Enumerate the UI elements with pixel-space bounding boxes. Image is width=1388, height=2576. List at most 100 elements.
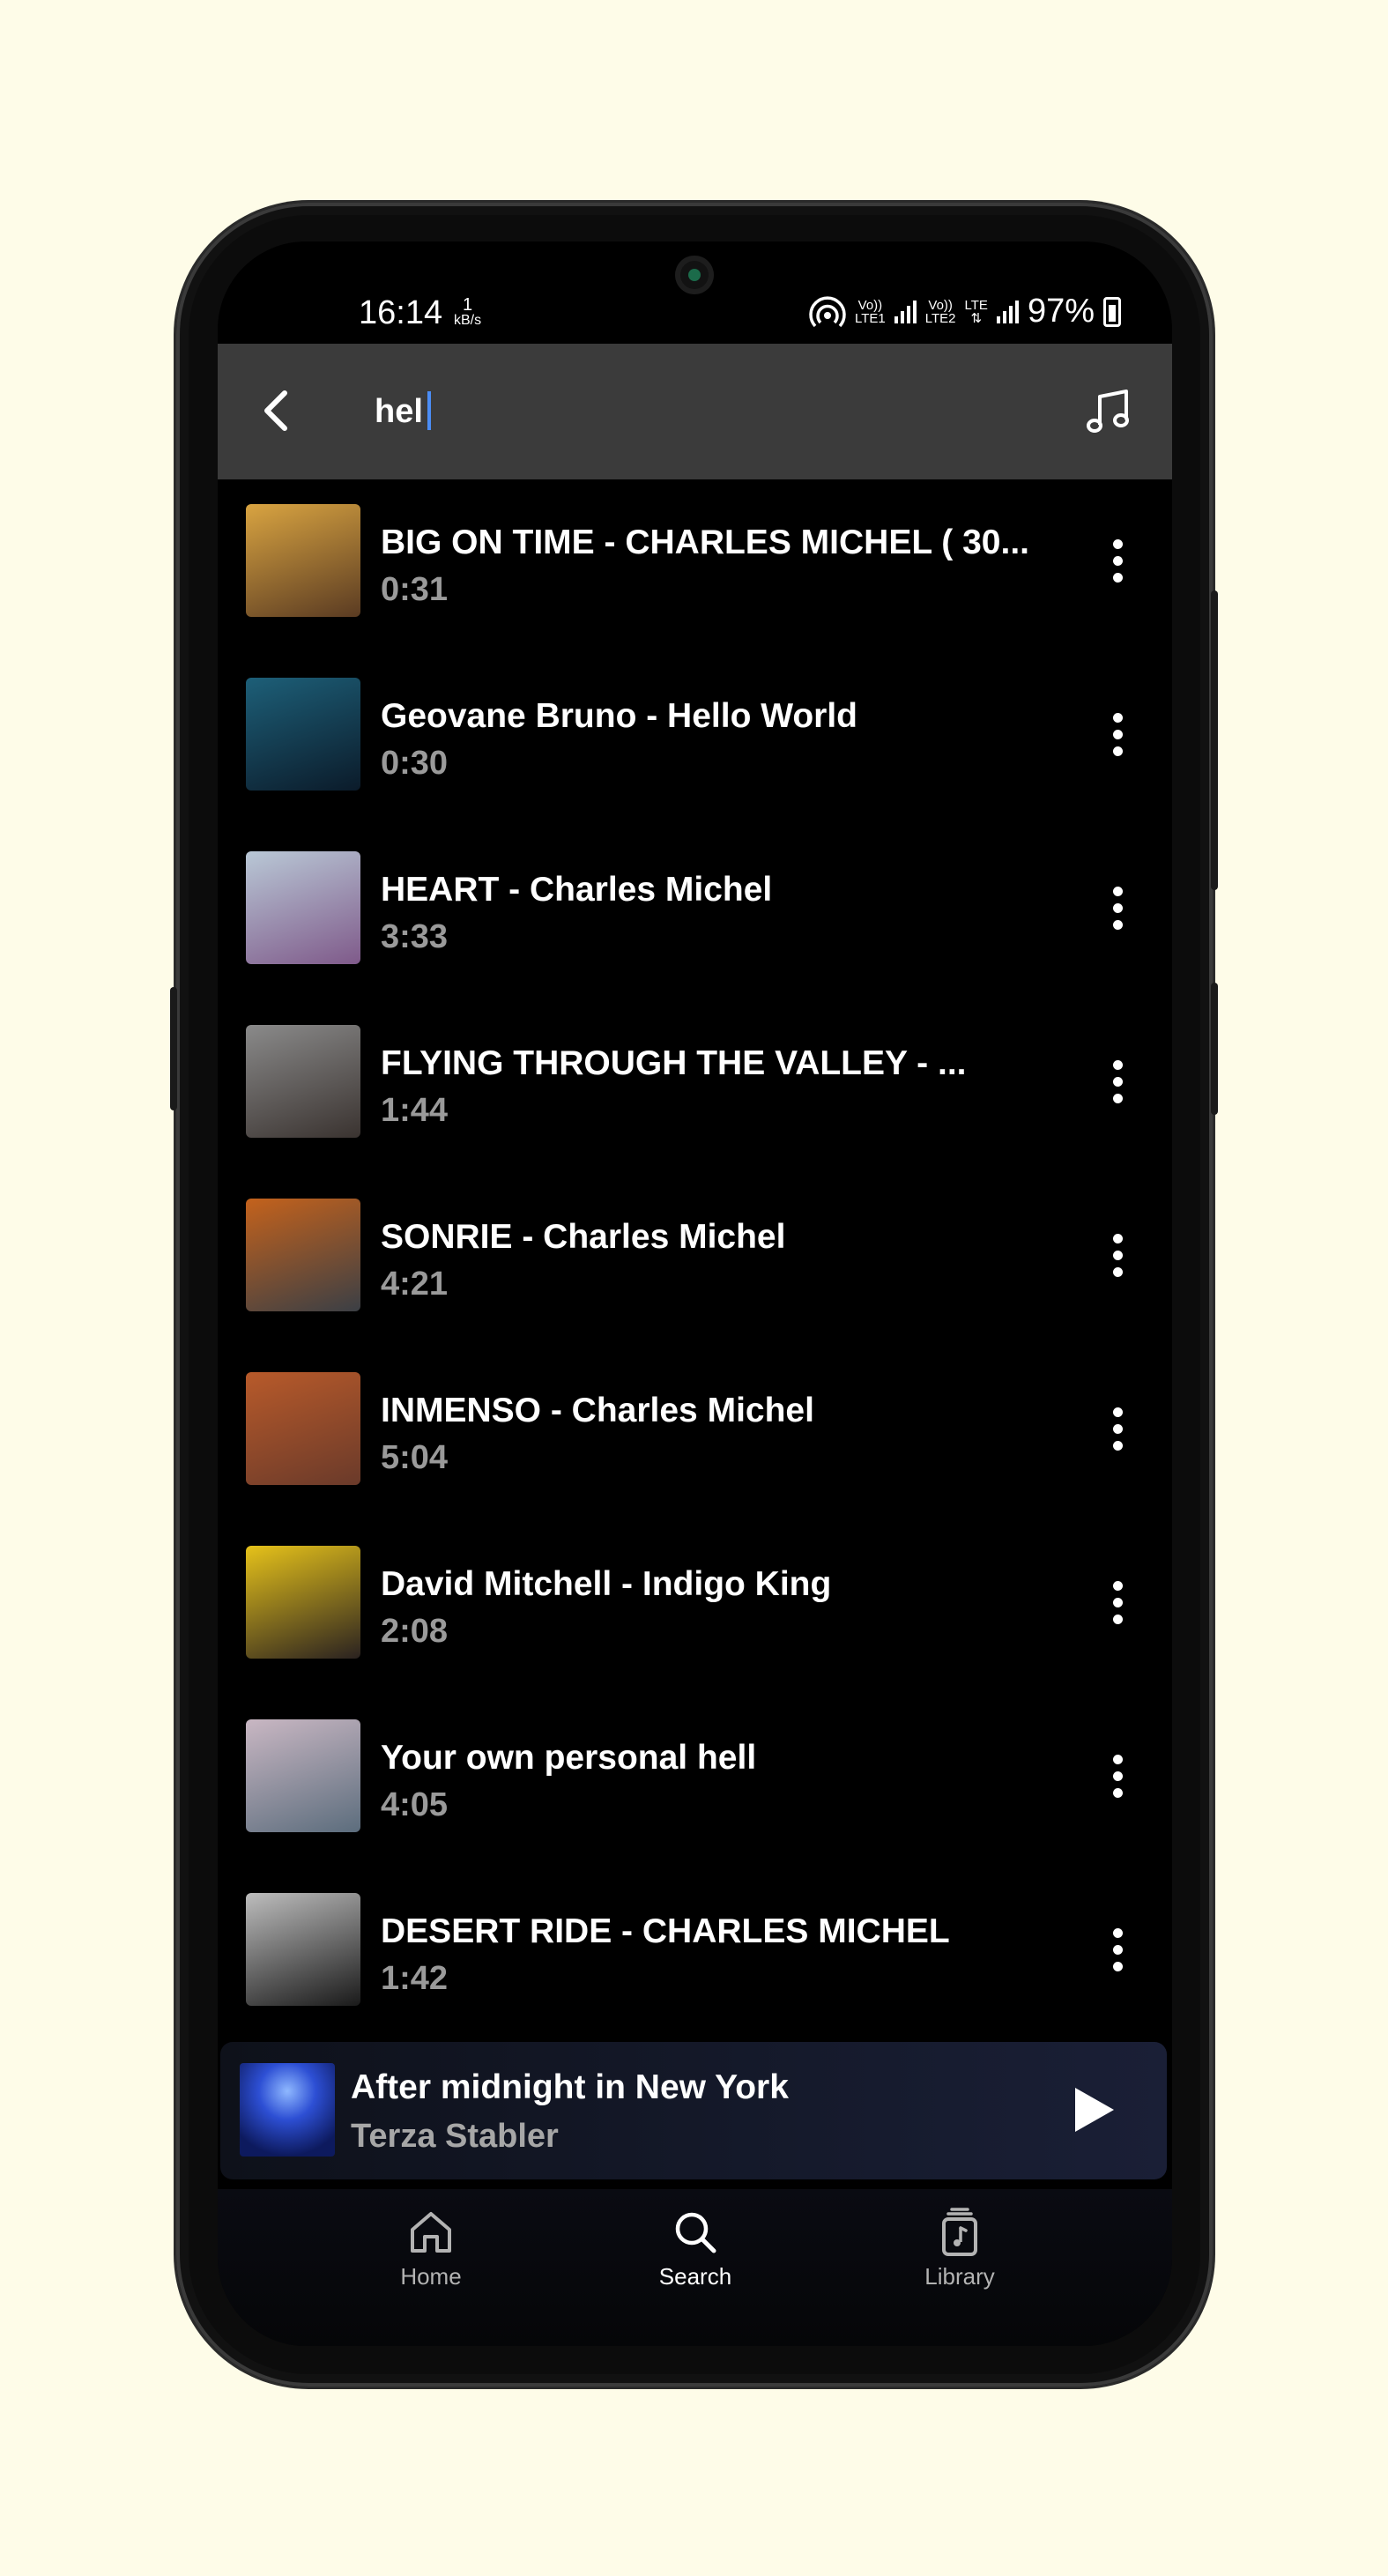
home-icon <box>411 2212 451 2253</box>
track-title: BIG ON TIME - CHARLES MICHEL ( 30... <box>381 523 1029 561</box>
list-item[interactable]: Your own personal hell 4:05 <box>218 1695 1172 1868</box>
phone-screen: 16:14 1 kB/s Vo)) LTE1 Vo)) LTE2 LTE ⇅ 9… <box>218 241 1172 2346</box>
track-duration: 3:33 <box>381 918 449 955</box>
now-playing-title: After midnight in New York <box>351 2068 789 2106</box>
more-options-icon[interactable] <box>1098 704 1137 764</box>
more-options-icon[interactable] <box>1098 1919 1137 1979</box>
sim1-label-bottom: LTE1 <box>855 310 886 326</box>
track-artwork <box>246 1546 360 1659</box>
more-dot <box>1112 1771 1123 1781</box>
more-dot <box>1112 746 1123 756</box>
net-speed: 1 kB/s <box>454 296 481 328</box>
more-dot <box>1112 1233 1123 1243</box>
more-dot <box>1112 1961 1123 1971</box>
more-dot <box>1112 1597 1123 1607</box>
track-duration: 1:44 <box>381 1092 449 1129</box>
track-artwork <box>246 1893 360 2006</box>
more-dot <box>1112 1093 1123 1103</box>
more-dot <box>1112 1059 1123 1070</box>
lte-label: LTE <box>964 297 988 313</box>
track-duration: 4:21 <box>381 1266 449 1303</box>
more-dot <box>1112 886 1123 896</box>
more-dot <box>1112 555 1123 566</box>
search-input[interactable] <box>375 382 1009 441</box>
nav-library[interactable]: Library <box>872 2198 1048 2321</box>
now-playing-artist: Terza Stabler <box>351 2118 559 2155</box>
more-options-icon[interactable] <box>1098 1746 1137 1806</box>
nav-home[interactable]: Home <box>343 2198 519 2321</box>
music-note-icon[interactable] <box>1080 382 1139 441</box>
track-duration: 2:08 <box>381 1613 449 1650</box>
list-item[interactable]: HEART - Charles Michel 3:33 <box>218 827 1172 1000</box>
power-button <box>1211 590 1218 890</box>
now-playing-bar[interactable]: After midnight in New York Terza Stabler <box>220 2042 1167 2179</box>
track-title: HEART - Charles Michel <box>381 871 773 909</box>
side-button <box>1211 983 1218 1115</box>
list-item[interactable]: FLYING THROUGH THE VALLEY - ... 1:44 <box>218 1000 1172 1174</box>
sim2-signal-icon <box>996 300 1019 323</box>
status-time: 16:14 <box>359 294 443 331</box>
play-icon[interactable] <box>1063 2081 1121 2139</box>
library-icon <box>942 2208 977 2256</box>
now-playing-artwork <box>240 2063 335 2157</box>
more-dot <box>1112 1927 1123 1938</box>
list-item[interactable]: David Mitchell - Indigo King 2:08 <box>218 1521 1172 1695</box>
track-artwork <box>246 1719 360 1832</box>
volume-button <box>170 987 177 1110</box>
list-item[interactable]: SONRIE - Charles Michel 4:21 <box>218 1174 1172 1347</box>
more-dot <box>1112 1787 1123 1798</box>
nav-search-label: Search <box>658 2263 732 2290</box>
battery-icon <box>1103 296 1121 327</box>
more-dot <box>1112 538 1123 549</box>
more-options-icon[interactable] <box>1098 1399 1137 1459</box>
track-artwork <box>246 1199 360 1311</box>
more-dot <box>1112 729 1123 739</box>
track-duration: 5:04 <box>381 1439 449 1476</box>
status-bar: 16:14 1 kB/s Vo)) LTE1 Vo)) LTE2 LTE ⇅ 9… <box>218 241 1172 344</box>
more-dot <box>1112 1614 1123 1624</box>
nav-library-label: Library <box>924 2263 995 2290</box>
list-item[interactable]: Geovane Bruno - Hello World 0:30 <box>218 653 1172 827</box>
more-options-icon[interactable] <box>1098 878 1137 938</box>
net-speed-unit: kB/s <box>454 313 482 328</box>
track-artwork <box>246 1372 360 1485</box>
track-title: Geovane Bruno - Hello World <box>381 697 857 735</box>
track-duration: 1:42 <box>381 1960 449 1997</box>
data-arrows-icon: ⇅ <box>970 310 983 326</box>
search-header <box>218 344 1172 479</box>
sim1-label: Vo)) LTE1 <box>855 299 886 325</box>
track-title: David Mitchell - Indigo King <box>381 1565 832 1603</box>
back-arrow-icon[interactable] <box>251 384 304 437</box>
list-item[interactable]: DESERT RIDE - CHARLES MICHEL 1:42 <box>218 1868 1172 2042</box>
list-item[interactable]: BIG ON TIME - CHARLES MICHEL ( 30... 0:31 <box>218 479 1172 653</box>
more-dot <box>1112 1407 1123 1417</box>
more-options-icon[interactable] <box>1098 1572 1137 1632</box>
sim2-label-bottom: LTE2 <box>924 310 956 326</box>
more-dot <box>1112 1076 1123 1087</box>
track-artwork <box>246 504 360 617</box>
more-dot <box>1112 1250 1123 1260</box>
track-duration: 0:30 <box>381 745 449 782</box>
sim1-signal-icon <box>894 300 917 323</box>
more-options-icon[interactable] <box>1098 531 1137 590</box>
more-dot <box>1112 572 1123 583</box>
nav-home-label: Home <box>400 2263 462 2290</box>
more-dot <box>1112 1944 1123 1955</box>
sim2-label: Vo)) LTE2 <box>925 299 956 325</box>
more-dot <box>1112 902 1123 913</box>
more-dot <box>1112 1580 1123 1591</box>
more-options-icon[interactable] <box>1098 1051 1137 1111</box>
search-icon <box>675 2212 716 2253</box>
track-title: Your own personal hell <box>381 1739 757 1777</box>
more-options-icon[interactable] <box>1098 1225 1137 1285</box>
list-item[interactable]: INMENSO - Charles Michel 5:04 <box>218 1347 1172 1521</box>
battery-percent: 97% <box>1027 293 1095 330</box>
hotspot-icon <box>809 295 846 327</box>
track-duration: 0:31 <box>381 571 449 608</box>
more-dot <box>1112 1266 1123 1277</box>
nav-search[interactable]: Search <box>607 2198 783 2321</box>
more-dot <box>1112 1423 1123 1434</box>
more-dot <box>1112 1754 1123 1764</box>
more-dot <box>1112 712 1123 723</box>
net-speed-value: 1 <box>463 295 473 315</box>
